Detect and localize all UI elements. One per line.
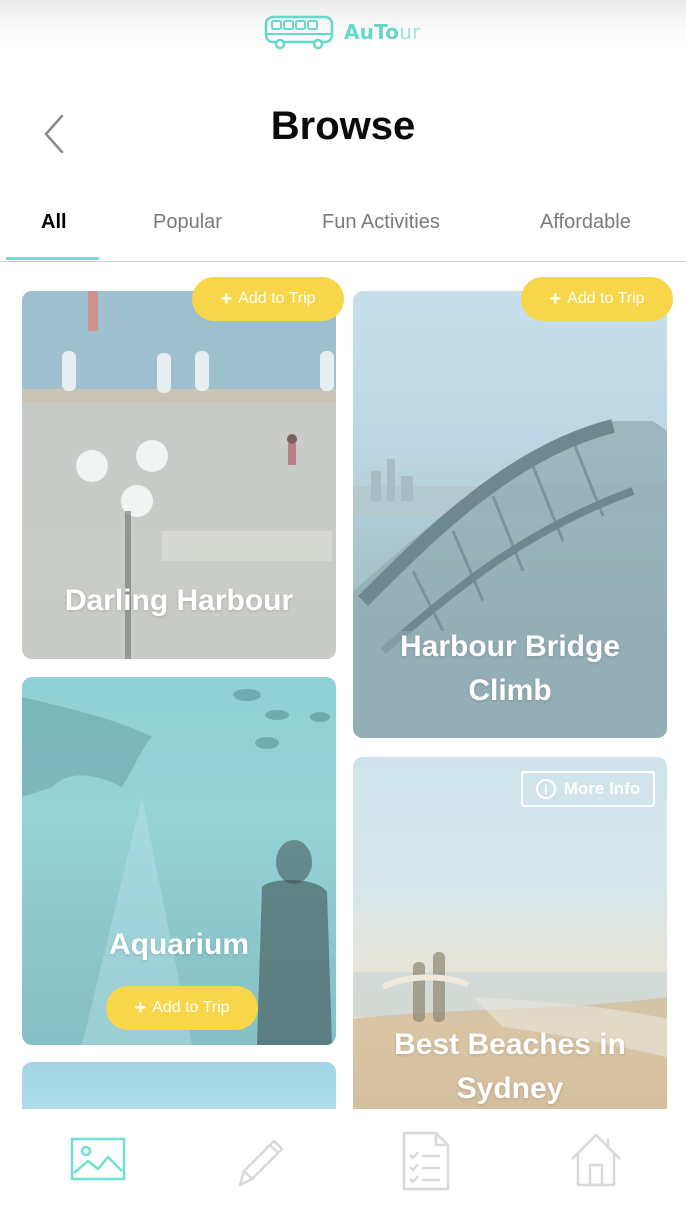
app-logo[interactable]: AuTour	[264, 14, 421, 50]
card-title: Harbour Bridge Climb	[399, 630, 621, 707]
card-title: Aquarium	[108, 928, 249, 961]
nav-notes[interactable]	[230, 1135, 286, 1195]
tab-fun-activities[interactable]: Fun Activities	[322, 211, 440, 234]
add-to-trip-button[interactable]: + Add to Trip	[106, 986, 258, 1030]
bottom-navigation	[0, 1109, 686, 1218]
attraction-card-best-beaches[interactable]: Best Beaches in Sydney	[353, 757, 667, 1109]
home-icon	[571, 1133, 621, 1187]
filter-tabs: All Popular Fun Activities Affordable	[0, 205, 686, 262]
plus-icon: +	[549, 288, 562, 310]
gallery-icon	[70, 1137, 126, 1181]
active-tab-indicator	[6, 257, 99, 260]
bus-icon	[264, 15, 334, 50]
tab-all[interactable]: All	[41, 211, 67, 234]
attractions-feed[interactable]: Darling Harbour Harbour Bridge Climb Aqu…	[0, 262, 686, 1109]
attraction-card-harbour-bridge-climb[interactable]: Harbour Bridge Climb	[353, 291, 667, 738]
tab-affordable[interactable]: Affordable	[540, 211, 631, 234]
card-title: Darling Harbour	[64, 584, 294, 617]
card-title: Best Beaches in Sydney	[394, 1028, 626, 1105]
attraction-card-next[interactable]	[22, 1062, 336, 1109]
nav-gallery[interactable]	[70, 1135, 126, 1187]
attraction-card-darling-harbour[interactable]: Darling Harbour	[22, 291, 336, 659]
add-to-trip-button[interactable]: + Add to Trip	[192, 277, 344, 321]
info-icon: i	[535, 779, 556, 799]
app-header: AuTour	[0, 0, 686, 70]
plus-icon: +	[134, 997, 147, 1019]
nav-home[interactable]	[568, 1131, 624, 1193]
nav-checklist[interactable]	[400, 1129, 452, 1197]
page-title: Browse	[270, 104, 416, 148]
checklist-icon	[402, 1131, 450, 1191]
app-logo-text: AuTour	[344, 20, 421, 44]
plus-icon: +	[220, 288, 233, 310]
add-to-trip-button[interactable]: + Add to Trip	[521, 277, 673, 321]
more-info-button[interactable]: i More Info	[521, 771, 655, 807]
pencil-icon	[238, 1139, 284, 1187]
tab-popular[interactable]: Popular	[153, 211, 222, 234]
